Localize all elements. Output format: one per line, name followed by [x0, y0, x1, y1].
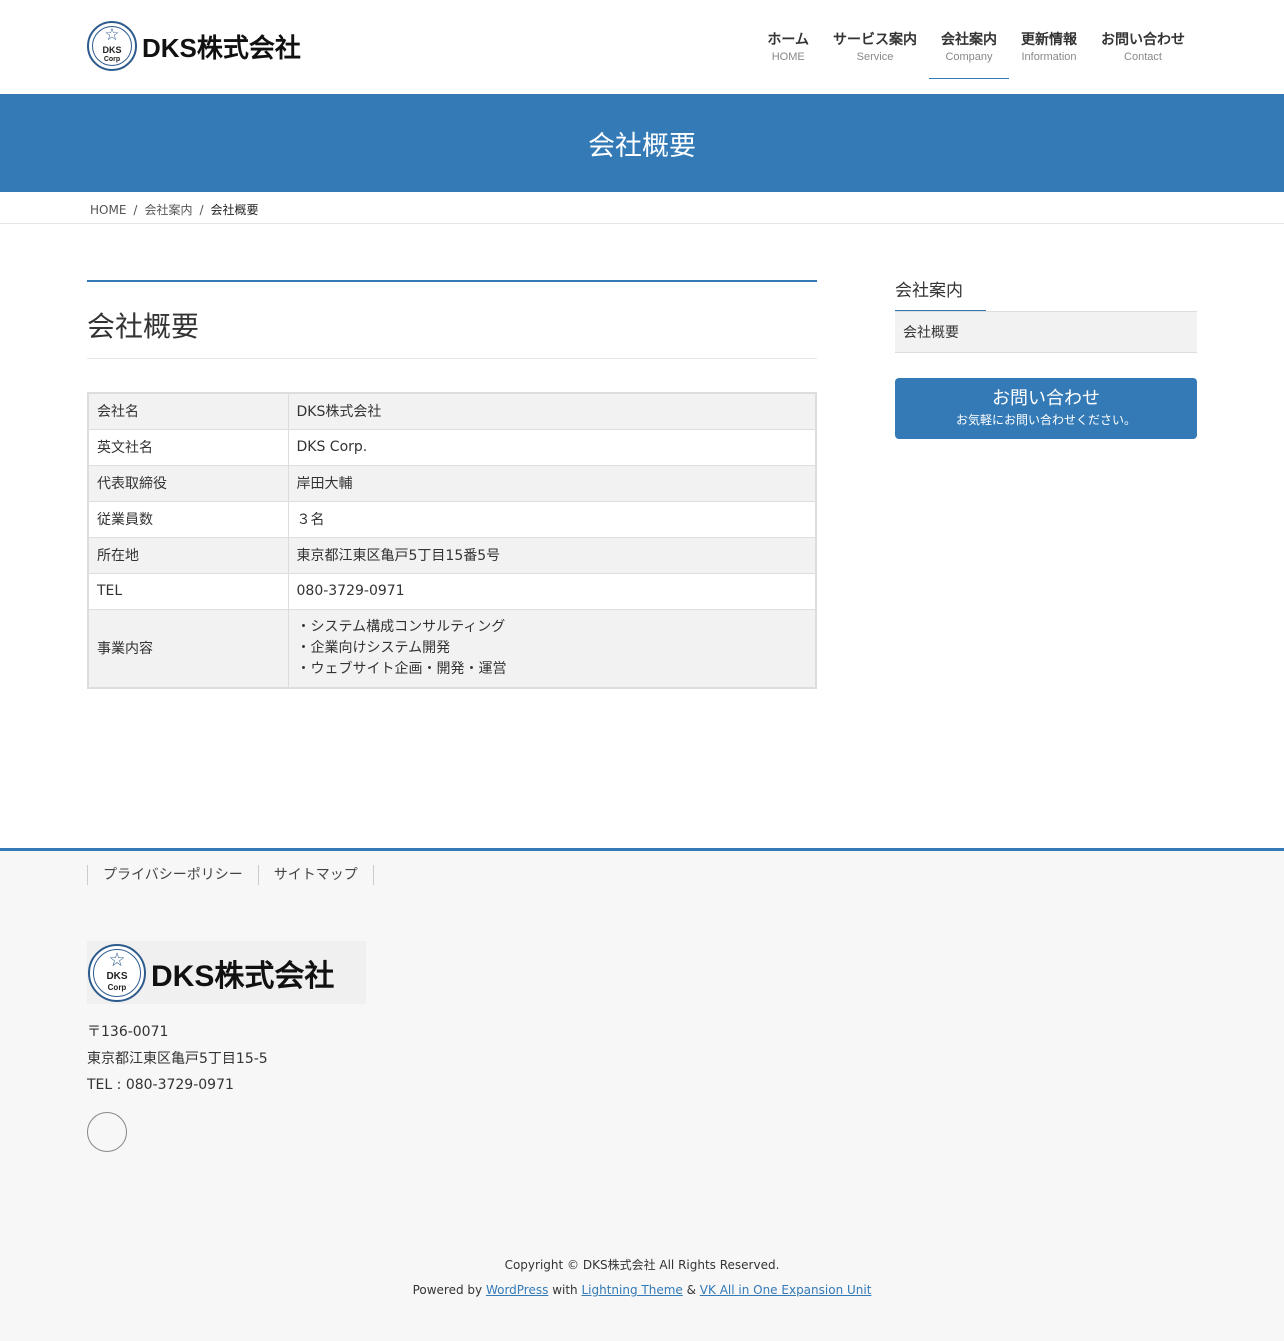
- breadcrumb: HOME / 会社案内 / 会社概要: [0, 192, 1284, 224]
- nav-label: サービス案内: [833, 32, 917, 48]
- table-value: DKS Corp.: [287, 428, 817, 466]
- main-content: 会社概要 会社名 DKS株式会社 英文社名 DKS Corp. 代表取締役 岸田…: [87, 280, 817, 689]
- nav-sublabel: Service: [856, 51, 894, 63]
- table-label: 会社名: [87, 392, 289, 430]
- lightning-theme-link[interactable]: Lightning Theme: [581, 1283, 682, 1297]
- site-logo[interactable]: ☆ DKS Corp DKS株式会社: [87, 21, 301, 71]
- logo-badge-icon: ☆ DKS Corp: [87, 21, 137, 71]
- nav-item-information[interactable]: 更新情報 Information: [1009, 30, 1089, 79]
- breadcrumb-separator: /: [199, 202, 204, 217]
- breadcrumb-parent-link[interactable]: 会社案内: [144, 201, 192, 218]
- logo-badge-text: DKS: [106, 970, 128, 982]
- star-icon: ☆: [104, 25, 120, 45]
- nav-label: 会社案内: [941, 32, 997, 48]
- table-label: 事業内容: [87, 608, 289, 689]
- footer-nav: プライバシーポリシー サイトマップ: [87, 865, 374, 885]
- footer-address: 〒136-0071 東京都江東区亀戸5丁目15-5 TEL : 080-3729…: [87, 1019, 268, 1099]
- entry-title: 会社概要: [87, 310, 200, 343]
- sidebar: 会社案内 会社概要 お問い合わせ お気軽にお問い合わせください。: [895, 280, 1197, 439]
- table-value: 東京都江東区亀戸5丁目15番5号: [287, 536, 817, 574]
- entry-header: 会社概要: [87, 280, 817, 359]
- business-item: ・ウェブサイト企画・開発・運営: [296, 660, 507, 677]
- nav-sublabel: Company: [945, 51, 993, 63]
- footer-link-privacy[interactable]: プライバシーポリシー: [87, 865, 258, 885]
- logo-text: DKS株式会社: [151, 959, 335, 993]
- nav-item-company[interactable]: 会社案内 Company: [929, 30, 1009, 79]
- wordpress-link[interactable]: WordPress: [486, 1283, 548, 1297]
- breadcrumb-home-link[interactable]: HOME: [90, 203, 126, 217]
- business-item: ・企業向けシステム開発: [296, 639, 451, 656]
- company-info-table: 会社名 DKS株式会社 英文社名 DKS Corp. 代表取締役 岸田大輔 従業…: [87, 392, 817, 689]
- table-value: 080-3729-0971: [287, 572, 817, 610]
- table-label: 代表取締役: [87, 464, 289, 502]
- nav-sublabel: HOME: [771, 51, 805, 63]
- breadcrumb-current: 会社概要: [210, 203, 259, 217]
- page-header-title: 会社概要: [588, 130, 696, 162]
- sidebar-item-company-overview[interactable]: 会社概要: [895, 311, 1197, 353]
- table-row: 代表取締役 岸田大輔: [87, 464, 817, 502]
- table-row: 英文社名 DKS Corp.: [87, 428, 817, 466]
- address: 東京都江東区亀戸5丁目15-5: [87, 1050, 268, 1067]
- table-value: ・システム構成コンサルティング ・企業向けシステム開発 ・ウェブサイト企画・開発…: [287, 608, 817, 689]
- powered-by: Powered by WordPress with Lightning Them…: [0, 1283, 1284, 1297]
- breadcrumb-separator: /: [133, 202, 138, 217]
- nav-label: 更新情報: [1021, 32, 1077, 48]
- global-nav: ホーム HOME サービス案内 Service 会社案内 Company 更新情…: [755, 30, 1197, 79]
- logo-badge-icon: ☆ DKS Corp: [88, 943, 146, 1002]
- table-label: 英文社名: [87, 428, 289, 466]
- copyright: Copyright © DKS株式会社 All Rights Reserved.: [504, 1258, 780, 1272]
- logo-badge-subtext: Corp: [107, 982, 127, 992]
- powered-with: with: [548, 1283, 582, 1297]
- contact-button[interactable]: お問い合わせ お気軽にお問い合わせください。: [895, 378, 1197, 439]
- nav-label: お問い合わせ: [1101, 32, 1185, 48]
- table-value: 岸田大輔: [287, 464, 817, 502]
- table-value: DKS株式会社: [287, 392, 817, 430]
- table-row: 所在地 東京都江東区亀戸5丁目15番5号: [87, 536, 817, 574]
- logo-text: DKS株式会社: [142, 32, 301, 63]
- table-label: TEL: [87, 572, 289, 610]
- powered-prefix: Powered by: [412, 1283, 486, 1297]
- table-value: ３名: [287, 500, 817, 538]
- logo-badge-text: DKS: [102, 45, 122, 55]
- site-header: ☆ DKS Corp DKS株式会社 ホーム HOME サービス案内 Servi…: [0, 0, 1284, 94]
- footer-link-sitemap[interactable]: サイトマップ: [257, 865, 374, 885]
- nav-item-contact[interactable]: お問い合わせ Contact: [1089, 30, 1197, 79]
- table-label: 従業員数: [87, 500, 289, 538]
- vk-expansion-link[interactable]: VK All in One Expansion Unit: [700, 1283, 872, 1297]
- contact-button-sublabel: お気軽にお問い合わせください。: [955, 413, 1136, 427]
- site-footer: プライバシーポリシー サイトマップ ☆ DKS Corp DKS株式会社 〒13…: [0, 848, 1284, 1341]
- star-icon: ☆: [108, 948, 126, 971]
- table-row: 事業内容 ・システム構成コンサルティング ・企業向けシステム開発 ・ウェブサイト…: [87, 608, 817, 689]
- table-row: 従業員数 ３名: [87, 500, 817, 538]
- nav-label: ホーム: [767, 32, 809, 48]
- nav-sublabel: Information: [1021, 51, 1077, 63]
- sidebar-title: 会社案内: [895, 280, 1197, 311]
- business-item: ・システム構成コンサルティング: [296, 618, 506, 635]
- facebook-icon[interactable]: [87, 1112, 127, 1152]
- table-label: 所在地: [87, 536, 289, 574]
- table-row: TEL 080-3729-0971: [87, 572, 817, 610]
- postal-code: 〒136-0071: [87, 1024, 169, 1040]
- footer-logo[interactable]: ☆ DKS Corp DKS株式会社: [87, 941, 366, 1004]
- telephone: TEL : 080-3729-0971: [87, 1077, 234, 1093]
- contact-button-label: お問い合わせ: [992, 388, 1100, 409]
- table-row: 会社名 DKS株式会社: [87, 392, 817, 430]
- logo-badge-subtext: Corp: [103, 56, 121, 63]
- sidebar-heading: 会社案内: [895, 281, 963, 301]
- nav-sublabel: Contact: [1124, 51, 1162, 63]
- page-header: 会社概要: [0, 94, 1284, 192]
- nav-item-home[interactable]: ホーム HOME: [755, 30, 821, 79]
- powered-amp: &: [682, 1283, 700, 1297]
- nav-item-service[interactable]: サービス案内 Service: [821, 30, 929, 79]
